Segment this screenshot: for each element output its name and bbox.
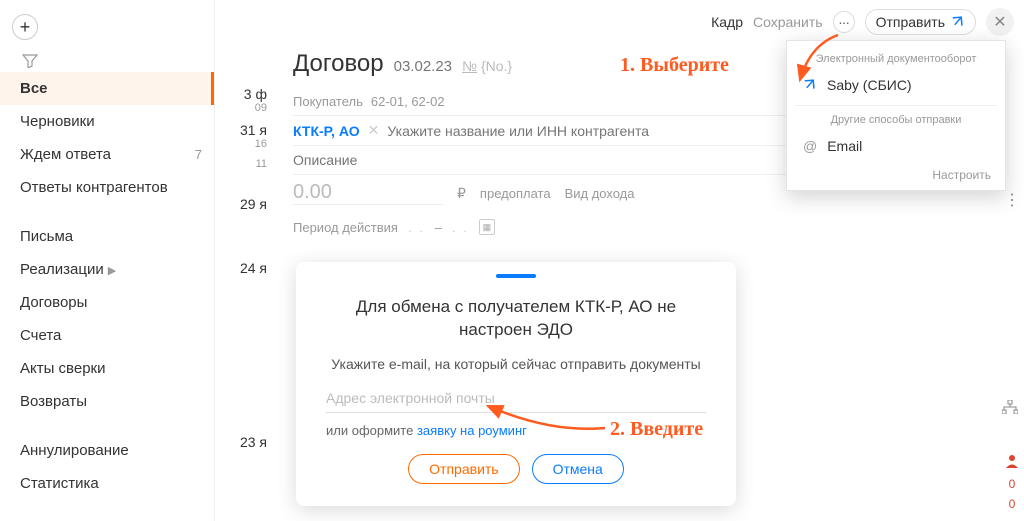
doc-title: Договор (293, 50, 384, 78)
sidebar-item-label: Ответы контрагентов (20, 179, 168, 196)
sidebar-item-label: Возвраты (20, 393, 87, 410)
timeline-entry[interactable]: 23 я (215, 428, 275, 452)
timeline-entry[interactable]: 29 я (215, 190, 275, 214)
timeline-entry[interactable]: 3 ф 09 (215, 80, 275, 116)
sidebar-item-count: 7 (195, 147, 202, 162)
sidebar-item-label: Черновики (20, 113, 95, 130)
sidebar-item-returns[interactable]: Возвраты (0, 385, 214, 418)
sidebar-item-label: Счета (20, 327, 61, 344)
dropdown-setup-link[interactable]: Настроить (787, 162, 1005, 182)
popup-or-text: или оформите заявку на роуминг (326, 423, 706, 438)
dropdown-item-saby[interactable]: Saby (СБИС) (787, 69, 1005, 101)
hierarchy-icon[interactable] (1002, 400, 1018, 417)
sidebar-item-drafts[interactable]: Черновики (0, 105, 214, 138)
doc-date: 03.02.23 (394, 58, 452, 75)
sidebar-item-annul[interactable]: Аннулирование (0, 434, 214, 467)
timeline-entry[interactable]: 24 я (215, 254, 275, 278)
add-button[interactable]: + (12, 14, 38, 40)
send-button[interactable]: Отправить (865, 9, 976, 35)
sidebar-item-label: Ждем ответа (20, 146, 111, 163)
currency-icon: ₽ (457, 185, 466, 202)
sidebar: + Все Черновики Ждем ответа 7 Ответы кон… (0, 0, 215, 521)
close-button[interactable]: ✕ (986, 8, 1014, 36)
rail-count-1: 0 (1009, 477, 1016, 491)
toolbar-kadr[interactable]: Кадр (711, 14, 743, 30)
prepay-link[interactable]: предоплата (480, 186, 551, 201)
sidebar-item-label: Реализации (20, 261, 104, 278)
sidebar-item-label: Статистика (20, 475, 99, 492)
period-from[interactable]: . . (408, 220, 425, 235)
dropdown-item-label: Email (827, 138, 862, 154)
dropdown-header-other: Другие способы отправки (787, 110, 1005, 130)
chevron-right-icon: ▶ (108, 265, 116, 277)
sidebar-item-letters[interactable]: Письма (0, 220, 214, 253)
income-type-link[interactable]: Вид дохода (565, 186, 635, 201)
period-to[interactable]: . . (452, 220, 469, 235)
popup-title: Для обмена с получателем КТК-Р, АО не на… (326, 296, 706, 342)
calendar-icon[interactable]: ▦ (479, 219, 495, 235)
sidebar-item-label: Аннулирование (20, 442, 129, 459)
buyer-label: Покупатель (293, 94, 363, 109)
sidebar-item-contracts[interactable]: Договоры (0, 286, 214, 319)
sidebar-item-waiting[interactable]: Ждем ответа 7 (0, 138, 214, 171)
popup-send-button[interactable]: Отправить (408, 454, 519, 484)
clear-icon[interactable]: ✕ (368, 122, 380, 139)
sidebar-item-invoices[interactable]: Счета (0, 319, 214, 352)
popup-subtitle: Укажите e-mail, на который сейчас отправ… (326, 356, 706, 372)
buyer-codes: 62-01, 62-02 (371, 94, 445, 109)
sidebar-item-all[interactable]: Все (0, 72, 214, 105)
filter-icon[interactable] (0, 48, 214, 72)
buyer-value[interactable]: КТК-Р, АО (293, 123, 360, 139)
sidebar-item-replies[interactable]: Ответы контрагентов (0, 171, 214, 204)
sidebar-item-label: Все (20, 80, 48, 97)
email-popup: Для обмена с получателем КТК-Р, АО не на… (296, 262, 736, 506)
dropdown-item-email[interactable]: @ Email (787, 130, 1005, 162)
rail-count-2: 0 (1009, 497, 1016, 511)
send-label: Отправить (876, 14, 945, 30)
sidebar-item-label: Письма (20, 228, 73, 245)
period-label: Период действия (293, 220, 398, 235)
right-rail: ⋮ (1002, 190, 1022, 210)
dropdown-header-edo: Электронный документооборот (787, 49, 1005, 69)
sidebar-item-stats[interactable]: Статистика (0, 467, 214, 500)
timeline-entry[interactable]: 11 (215, 152, 275, 172)
rail-more-icon[interactable]: ⋮ (1004, 190, 1020, 210)
amount-input[interactable]: 0.00 (293, 181, 443, 205)
toolbar: Кадр Сохранить ··· Отправить ✕ (711, 8, 1014, 36)
sidebar-item-label: Акты сверки (20, 360, 105, 377)
timeline: 3 ф 09 31 я 16 11 29 я 24 я 23 я (215, 0, 275, 521)
email-input[interactable] (326, 384, 706, 413)
roaming-link[interactable]: заявку на роуминг (417, 423, 527, 438)
popup-handle[interactable] (496, 274, 536, 278)
sidebar-item-label: Договоры (20, 294, 87, 311)
more-button[interactable]: ··· (833, 11, 855, 33)
popup-cancel-button[interactable]: Отмена (532, 454, 624, 484)
rail-bottom: 0 0 (1002, 454, 1022, 511)
timeline-entry[interactable]: 31 я 16 (215, 116, 275, 152)
person-icon[interactable] (1005, 454, 1019, 471)
period-row: Период действия . . – . . ▦ (293, 211, 1004, 243)
dropdown-item-label: Saby (СБИС) (827, 77, 912, 93)
doc-number[interactable]: № {No.} (462, 58, 512, 74)
send-dropdown: Электронный документооборот Saby (СБИС) … (786, 40, 1006, 191)
send-icon (951, 14, 965, 30)
sidebar-item-realizations[interactable]: Реализации ▶ (0, 253, 214, 286)
sidebar-item-acts[interactable]: Акты сверки (0, 352, 214, 385)
saby-icon (803, 77, 817, 93)
toolbar-save[interactable]: Сохранить (753, 14, 823, 30)
email-icon: @ (803, 138, 817, 154)
